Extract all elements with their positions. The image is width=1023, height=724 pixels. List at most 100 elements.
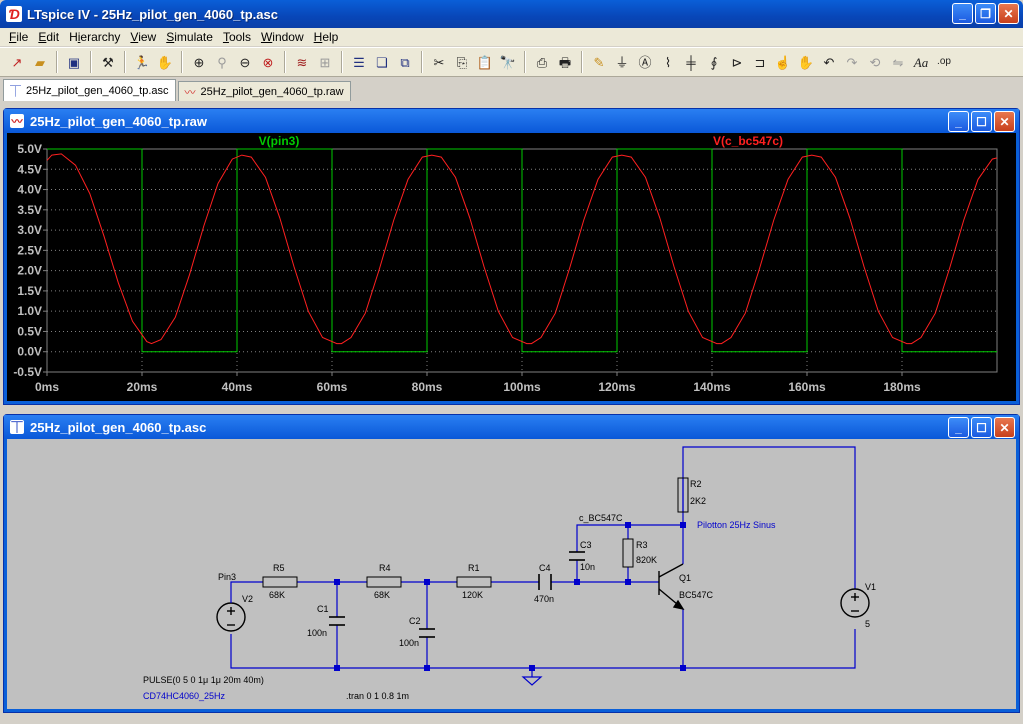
tile-vertical-icon[interactable]: ⧉ <box>394 51 416 73</box>
label-R1-value: 120K <box>462 590 483 600</box>
menu-view[interactable]: View <box>125 30 161 44</box>
component-icon[interactable]: ⊐ <box>749 51 771 73</box>
waveform-plot-area[interactable]: 5.0V 4.5V 4.0V 3.5V 3.0V 2.5V 2.0V 1.5V 1.0V 0.5V… <box>7 133 1016 401</box>
run-icon[interactable]: 🏃 <box>131 51 153 73</box>
voltage-source-V1[interactable] <box>840 588 870 618</box>
menu-window[interactable]: Window <box>256 30 309 44</box>
waveform-window-title-bar: 〰 25Hz_pilot_gen_4060_tp.raw _ ☐ ✕ <box>4 109 1019 133</box>
close-icon: ✕ <box>999 420 1010 435</box>
schematic-drawing[interactable]: Pin3 V2 R5 68K R4 68K R1 120K C4 470n C1… <box>7 439 1016 709</box>
schematic-canvas[interactable]: Pin3 V2 R5 68K R4 68K R1 120K C4 470n C1… <box>7 439 1016 709</box>
inductor-icon[interactable]: ∮ <box>703 51 725 73</box>
zoom-in-icon[interactable]: ⊕ <box>188 51 210 73</box>
menu-hierarchy[interactable]: Hierarchy <box>64 30 125 44</box>
autorange-icon[interactable]: ≋ <box>291 51 313 73</box>
tab-waveform[interactable]: 〰 25Hz_pilot_gen_4060_tp.raw <box>177 81 351 101</box>
ground-symbol[interactable] <box>521 668 543 686</box>
waveform-window: 〰 25Hz_pilot_gen_4060_tp.raw _ ☐ ✕ 5.0V 4… <box>3 108 1020 405</box>
schematic-minimize-button[interactable]: _ <box>948 417 969 438</box>
zoom-fit-icon[interactable]: ⊗ <box>257 51 279 73</box>
menu-file[interactable]: File <box>4 30 33 44</box>
waveform-chart[interactable]: 5.0V 4.5V 4.0V 3.5V 3.0V 2.5V 2.0V 1.5V 1.0V 0.5V… <box>7 133 1016 401</box>
save-icon[interactable]: ▣ <box>63 51 85 73</box>
ground-icon[interactable]: ⏚ <box>611 51 633 73</box>
waveform-maximize-button[interactable]: ☐ <box>971 111 992 132</box>
menu-edit[interactable]: Edit <box>33 30 64 44</box>
print-setup-icon[interactable]: ⎙ <box>531 51 553 73</box>
spice-directive-icon[interactable]: .op <box>933 51 955 73</box>
capacitor-icon[interactable]: ╪ <box>680 51 702 73</box>
capacitor-C1[interactable] <box>329 616 345 626</box>
label-C2-value: 100n <box>399 638 419 648</box>
comment-pilotton[interactable]: Pilotton 25Hz Sinus <box>697 520 776 530</box>
cut-icon[interactable]: ✂ <box>428 51 450 73</box>
toolbar-separator <box>524 51 526 73</box>
resistor-R3[interactable] <box>622 538 634 568</box>
menu-tools[interactable]: Tools <box>218 30 256 44</box>
wire-icon[interactable]: ✎ <box>588 51 610 73</box>
mirror-icon[interactable]: ⇋ <box>887 51 909 73</box>
schematic-maximize-button[interactable]: ☐ <box>971 417 992 438</box>
capacitor-C3[interactable] <box>569 551 585 561</box>
print-icon[interactable]: 🖶 <box>554 51 576 73</box>
y-tick-label: 3.0V <box>17 223 42 237</box>
waveform-minimize-button[interactable]: _ <box>948 111 969 132</box>
zoom-pan-icon[interactable]: ⚲ <box>211 51 233 73</box>
legend-label-0[interactable]: V(pin3) <box>259 134 300 148</box>
menu-help[interactable]: Help <box>309 30 344 44</box>
resistor-R1[interactable] <box>456 576 492 588</box>
control-panel-icon[interactable]: ⚒ <box>97 51 119 73</box>
undo-icon[interactable]: ↶ <box>818 51 840 73</box>
drag-icon[interactable]: ✋ <box>795 51 817 73</box>
grid-icon[interactable]: ⊞ <box>314 51 336 73</box>
voltage-source-V2[interactable] <box>216 602 246 632</box>
transistor-Q1[interactable] <box>658 563 685 611</box>
toolbar-separator <box>90 51 92 73</box>
y-tick-label: 2.0V <box>17 264 42 278</box>
toolbar-separator <box>124 51 126 73</box>
y-tick-label: 1.5V <box>17 284 42 298</box>
new-schematic-icon[interactable]: ↗ <box>6 51 28 73</box>
diode-icon[interactable]: ⊳ <box>726 51 748 73</box>
maximize-icon: ☐ <box>976 420 987 435</box>
copy-icon[interactable]: ⎘ <box>451 51 473 73</box>
label-icon[interactable]: Ⓐ <box>634 51 656 73</box>
x-tick-label: 20ms <box>127 380 158 394</box>
capacitor-C4[interactable] <box>538 574 552 590</box>
resistor-icon[interactable]: ⌇ <box>657 51 679 73</box>
net-label-collector[interactable]: c_BC547C <box>579 513 623 523</box>
halt-icon[interactable]: ✋ <box>154 51 176 73</box>
capacitor-C2[interactable] <box>419 628 435 638</box>
x-tick-label: 180ms <box>883 380 921 394</box>
redo-icon[interactable]: ↷ <box>841 51 863 73</box>
toolbar-separator <box>581 51 583 73</box>
close-button[interactable]: ✕ <box>998 3 1019 24</box>
rotate-icon[interactable]: ⟲ <box>864 51 886 73</box>
resistor-R4[interactable] <box>366 576 402 588</box>
legend-label-1[interactable]: V(c_bc547c) <box>713 134 783 148</box>
text-icon[interactable]: Aa <box>910 51 932 73</box>
net-label-pin3[interactable]: Pin3 <box>218 572 236 582</box>
move-icon[interactable]: ☝ <box>772 51 794 73</box>
minimize-icon: _ <box>955 114 962 129</box>
comment-cd74hc4060[interactable]: CD74HC4060_25Hz <box>143 691 226 701</box>
open-icon[interactable]: ▰ <box>29 51 51 73</box>
cascade-icon[interactable]: ❏ <box>371 51 393 73</box>
minimize-button[interactable]: _ <box>952 3 973 24</box>
find-icon[interactable]: 🔭 <box>497 51 519 73</box>
paste-icon[interactable]: 📋 <box>474 51 496 73</box>
app-title: LTspice IV - 25Hz_pilot_gen_4060_tp.asc <box>27 6 278 22</box>
tab-schematic[interactable]: ⏉ 25Hz_pilot_gen_4060_tp.asc <box>3 79 176 101</box>
tile-horizontal-icon[interactable]: ☰ <box>348 51 370 73</box>
label-C3-ref: C3 <box>580 540 592 550</box>
resistor-R5[interactable] <box>262 576 298 588</box>
waveform-close-button[interactable]: ✕ <box>994 111 1015 132</box>
restore-button[interactable]: ❐ <box>975 3 996 24</box>
schematic-icon: ⏉ <box>10 420 24 434</box>
label-Q1-ref: Q1 <box>679 573 691 583</box>
zoom-out-icon[interactable]: ⊖ <box>234 51 256 73</box>
menu-simulate[interactable]: Simulate <box>161 30 218 44</box>
schematic-close-button[interactable]: ✕ <box>994 417 1015 438</box>
y-tick-label: 3.5V <box>17 203 42 217</box>
spice-directive[interactable]: .tran 0 1 0.8 1m <box>346 691 409 701</box>
